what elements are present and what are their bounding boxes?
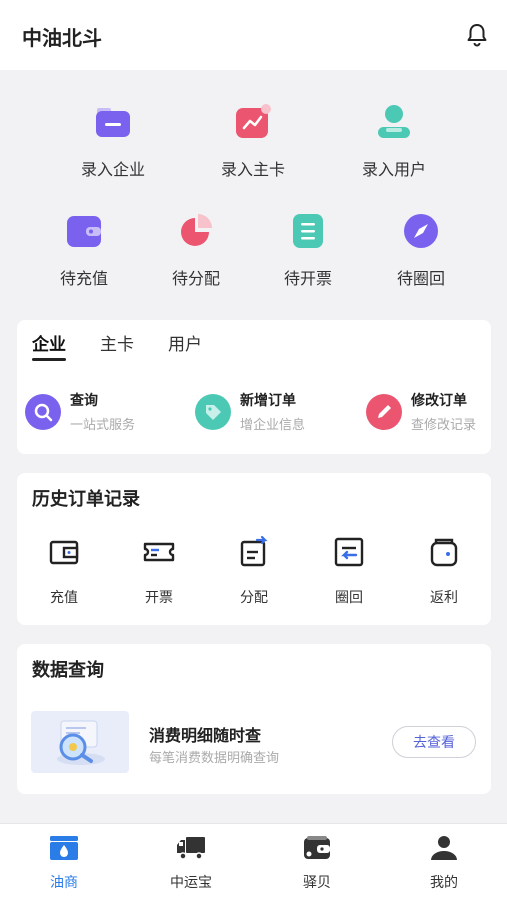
truck-icon (177, 837, 205, 860)
magnifier-illustration (31, 711, 129, 773)
enterprise-folder-icon (96, 108, 130, 137)
history-recharge[interactable]: 充值 (29, 535, 99, 607)
history-label: 开票 (145, 590, 173, 606)
app-header: 中油北斗 (0, 0, 507, 70)
search-icon (25, 393, 61, 430)
action-title: 新增订单 (240, 393, 296, 409)
history-title: 历史订单记录 (32, 489, 140, 510)
history-orders-card: 历史订单记录 充值 开票 分配 圈回 返利 (17, 473, 491, 625)
quick-action-pending-return[interactable]: 待圈回 (361, 211, 481, 289)
quick-action-label: 录入用户 (361, 160, 426, 179)
nav-label: 驿贝 (303, 875, 331, 891)
tab-main-card[interactable]: 主卡 (100, 330, 134, 359)
action-title: 查询 (70, 393, 98, 409)
history-label: 充值 (50, 590, 78, 606)
share-doc-icon (240, 535, 268, 567)
pie-chart-icon (181, 214, 212, 246)
nav-label: 油商 (50, 875, 78, 891)
page-title: 中油北斗 (22, 26, 102, 50)
quick-action-enter-main-card[interactable]: 录入主卡 (193, 102, 313, 180)
tab-bar: 企业 主卡 用户 (32, 330, 236, 361)
ticket-icon (143, 542, 175, 562)
quick-action-pending-recharge[interactable]: 待充值 (24, 211, 144, 289)
nav-label: 中运宝 (170, 875, 212, 891)
history-return[interactable]: 圈回 (314, 535, 384, 607)
query-action[interactable]: 查询 一站式服务 (25, 390, 135, 433)
quick-action-enter-user[interactable]: 录入用户 (334, 102, 454, 180)
history-allocation[interactable]: 分配 (219, 535, 289, 607)
quick-action-label: 待圈回 (396, 269, 445, 288)
rebate-wallet-icon (430, 538, 458, 567)
pencil-icon (366, 393, 402, 430)
trend-card-icon (236, 104, 271, 138)
action-subtitle: 一站式服务 (70, 418, 136, 433)
wallet-outline-icon (49, 540, 79, 565)
quick-action-pending-allocation[interactable]: 待分配 (136, 211, 256, 289)
history-invoice[interactable]: 开票 (124, 535, 194, 607)
quick-actions: 录入企业 录入主卡 录入用户 待充值 待分配 待开票 待圈回 (0, 70, 507, 315)
compass-icon (404, 214, 438, 248)
add-order-action[interactable]: 新增订单 增企业信息 (195, 390, 305, 433)
quick-action-label: 录入企业 (80, 160, 145, 179)
quick-action-label: 录入主卡 (220, 160, 285, 179)
data-item-title: 消费明细随时查 (149, 726, 262, 745)
history-label: 圈回 (335, 590, 363, 606)
action-subtitle: 增企业信息 (240, 418, 306, 433)
action-subtitle: 查修改记录 (411, 418, 477, 433)
document-icon (293, 214, 323, 248)
data-item-subtitle: 每笔消费数据明确查询 (149, 751, 280, 766)
bell-icon[interactable] (465, 22, 489, 48)
tag-icon (195, 393, 231, 430)
nav-label: 我的 (430, 875, 458, 891)
return-icon (334, 537, 364, 567)
enterprise-tab-card: 企业 主卡 用户 查询 一站式服务 新增订单 增企业信息 修改订单 查修改记录 (17, 320, 491, 454)
quick-action-pending-invoice[interactable]: 待开票 (248, 211, 368, 289)
tab-user[interactable]: 用户 (168, 330, 202, 359)
quick-action-label: 待分配 (171, 269, 220, 288)
nav-oil-merchant[interactable]: 油商 (19, 834, 109, 892)
nav-zhongyunbao[interactable]: 中运宝 (146, 834, 236, 892)
history-label: 返利 (430, 590, 458, 606)
profile-icon (431, 836, 457, 860)
wallet-nav-icon (304, 836, 330, 859)
view-details-button[interactable]: 去查看 (392, 726, 476, 758)
quick-action-label: 待开票 (283, 269, 332, 288)
history-rebate[interactable]: 返利 (409, 535, 479, 607)
quick-action-enter-enterprise[interactable]: 录入企业 (53, 102, 173, 180)
action-title: 修改订单 (411, 393, 467, 409)
history-label: 分配 (240, 590, 268, 606)
edit-order-action[interactable]: 修改订单 查修改记录 (366, 390, 476, 433)
quick-action-label: 待充值 (59, 269, 108, 288)
oil-merchant-icon (50, 836, 78, 860)
data-query-title: 数据查询 (32, 660, 104, 681)
bottom-nav: 油商 中运宝 驿贝 我的 (0, 823, 507, 900)
user-icon (378, 105, 410, 138)
nav-profile[interactable]: 我的 (399, 834, 489, 892)
data-query-card: 数据查询 消费明细随时查 每笔消费数据明确查询 去查看 (17, 644, 491, 794)
tab-enterprise[interactable]: 企业 (32, 330, 66, 361)
wallet-icon (67, 216, 101, 247)
nav-yibei[interactable]: 驿贝 (272, 834, 362, 892)
